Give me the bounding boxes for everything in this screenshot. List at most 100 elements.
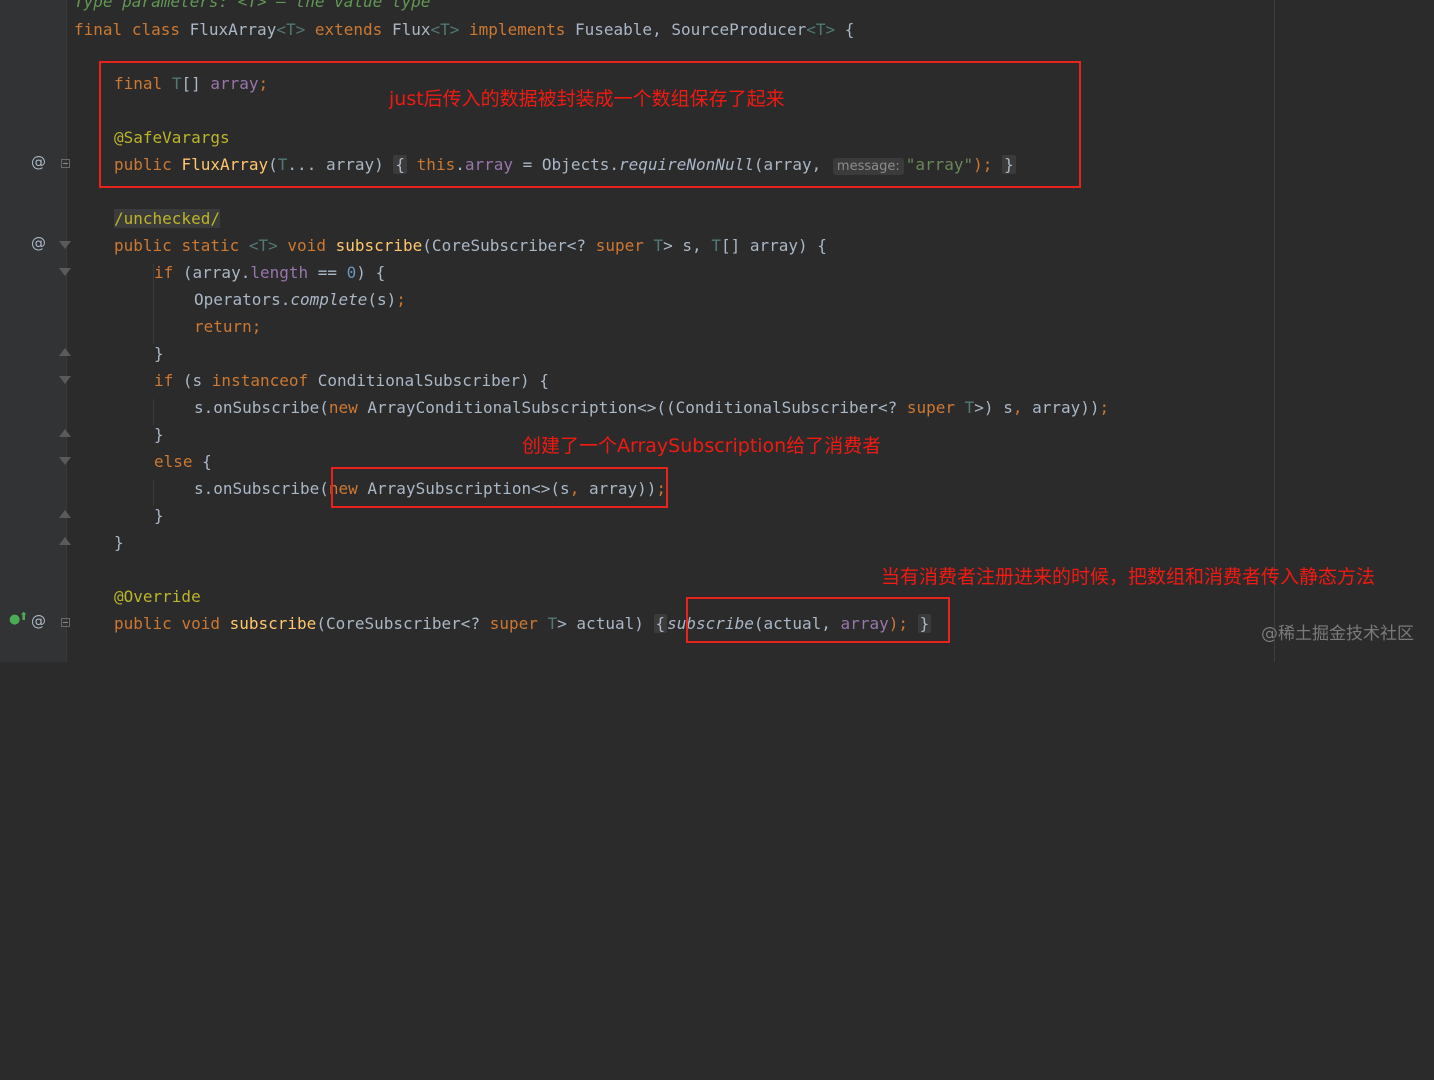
keyword: implements — [469, 20, 566, 39]
code-line-if-length: if (array.length == 0) { — [154, 259, 385, 286]
punct: ; — [396, 290, 406, 309]
code-text: ConditionalSubscriber) { — [308, 371, 549, 390]
gutter-at-marker[interactable]: @ — [31, 612, 46, 630]
annotation-note: 创建了一个ArraySubscription给了消费者 — [522, 435, 882, 457]
code-text: ArrayConditionalSubscription<>((Conditio… — [357, 398, 907, 417]
keyword: public — [114, 236, 172, 255]
keyword: instanceof — [211, 371, 309, 390]
brace: } — [114, 533, 124, 552]
keyword: void — [287, 236, 326, 255]
type-param: <T> — [276, 20, 306, 39]
keyword: else — [154, 452, 193, 471]
number-literal: 0 — [346, 263, 357, 282]
type-param: T — [711, 236, 721, 255]
params: > s, — [663, 236, 702, 255]
code-text: (s — [173, 371, 212, 390]
code-text: (s) — [367, 290, 397, 309]
code-text: s.onSubscribe( — [194, 479, 329, 498]
brace: } — [154, 506, 164, 525]
type-param: <T> — [430, 20, 460, 39]
code-line-suppress: /unchecked/ — [114, 205, 220, 232]
code-line-close-brace: } — [154, 421, 164, 448]
gutter-at-marker[interactable]: @ — [31, 234, 46, 252]
keyword: void — [181, 614, 220, 633]
fold-marker[interactable] — [61, 618, 70, 627]
code-line-return: return; — [194, 313, 261, 340]
folded-brace[interactable]: { — [653, 614, 668, 633]
keyword: super — [595, 236, 644, 255]
gutter-at-marker[interactable]: @ — [31, 153, 46, 171]
params: (CoreSubscriber<? — [316, 614, 490, 633]
code-line-if-instanceof: if (s instanceof ConditionalSubscriber) … — [154, 367, 549, 394]
fold-triangle-icon[interactable] — [59, 376, 71, 384]
fold-marker[interactable] — [61, 159, 70, 168]
code-line-static-subscribe: public static <T> void subscribe(CoreSub… — [114, 232, 827, 259]
params: [] array) { — [720, 236, 827, 255]
brace: { — [835, 20, 855, 39]
keyword: static — [181, 236, 240, 255]
keyword: if — [154, 263, 174, 282]
code-line-conditional-subscription: s.onSubscribe(new ArrayConditionalSubscr… — [194, 394, 1109, 421]
override-arrow-icon[interactable]: ⬆ — [19, 610, 28, 623]
annotation-note: just后传入的数据被封装成一个数组保存了起来 — [389, 88, 785, 110]
type-param: T — [653, 236, 664, 255]
keyword: super — [489, 614, 538, 633]
code-line-close-brace: } — [154, 502, 164, 529]
annotation-note: 当有消费者注册进来的时候，把数组和消费者传入静态方法 — [881, 566, 1376, 588]
brace: } — [154, 344, 164, 363]
annotation: @Override — [114, 587, 201, 606]
brace: } — [154, 425, 164, 444]
type-param: <T> — [248, 236, 278, 255]
unfold-triangle-icon[interactable] — [59, 429, 71, 437]
type-name: SourceProducer — [671, 20, 807, 39]
doc-comment: Type parameters: <T> – the value type — [74, 0, 431, 11]
folded-annotation[interactable]: /unchecked/ — [114, 209, 220, 228]
code-text: == — [308, 263, 347, 282]
code-line-close-brace: } — [114, 529, 124, 556]
unfold-triangle-icon[interactable] — [59, 537, 71, 545]
code-editor[interactable]: Type parameters: <T> – the value type fi… — [74, 0, 1109, 1080]
type-param: T — [547, 614, 558, 633]
code-text: Operators. — [194, 290, 291, 309]
watermark: @稀土掘金技术社区 — [1261, 624, 1414, 644]
keyword: new — [328, 398, 358, 417]
keyword: public — [114, 614, 172, 633]
brace: { — [192, 452, 212, 471]
field-name: length — [250, 263, 309, 282]
code-line-class-declaration: final class FluxArray<T> extends Flux<T>… — [74, 16, 854, 43]
keyword: class — [131, 20, 180, 39]
fold-triangle-icon[interactable] — [59, 241, 71, 249]
method-name: subscribe — [229, 614, 317, 633]
editor-gutter: @ @ ● ⬆ @ — [0, 0, 71, 662]
unfold-triangle-icon[interactable] — [59, 510, 71, 518]
highlight-box-subscribe-call — [686, 597, 950, 643]
unfold-triangle-icon[interactable] — [59, 348, 71, 356]
fold-triangle-icon[interactable] — [59, 268, 71, 276]
code-text: >) s — [974, 398, 1013, 417]
class-name: FluxArray — [189, 20, 277, 39]
code-line-else: else { — [154, 448, 212, 475]
type-name: Flux — [391, 20, 431, 39]
code-text: (array. — [173, 263, 251, 282]
fold-triangle-icon[interactable] — [59, 457, 71, 465]
type-name: Fuseable, — [575, 20, 662, 39]
method-call: complete — [290, 290, 368, 309]
type-param: <T> — [806, 20, 836, 39]
type-param: T — [964, 398, 975, 417]
keyword: super — [906, 398, 956, 417]
keyword: return; — [194, 317, 262, 336]
code-line-complete: Operators.complete(s); — [194, 286, 406, 313]
code-text: ) { — [356, 263, 386, 282]
highlight-box-field-constructor — [99, 61, 1081, 188]
code-text: s.onSubscribe( — [194, 398, 329, 417]
punct: ; — [1099, 398, 1110, 417]
keyword: if — [154, 371, 174, 390]
keyword: extends — [314, 20, 383, 39]
params: (CoreSubscriber<? — [422, 236, 596, 255]
highlight-box-array-subscription — [331, 467, 668, 508]
code-line-override: @Override — [114, 583, 201, 610]
keyword: final — [74, 20, 123, 39]
code-line-doc-comment: Type parameters: <T> – the value type — [74, 0, 430, 15]
code-text: array)) — [1022, 398, 1100, 417]
params: > actual) — [557, 614, 644, 633]
